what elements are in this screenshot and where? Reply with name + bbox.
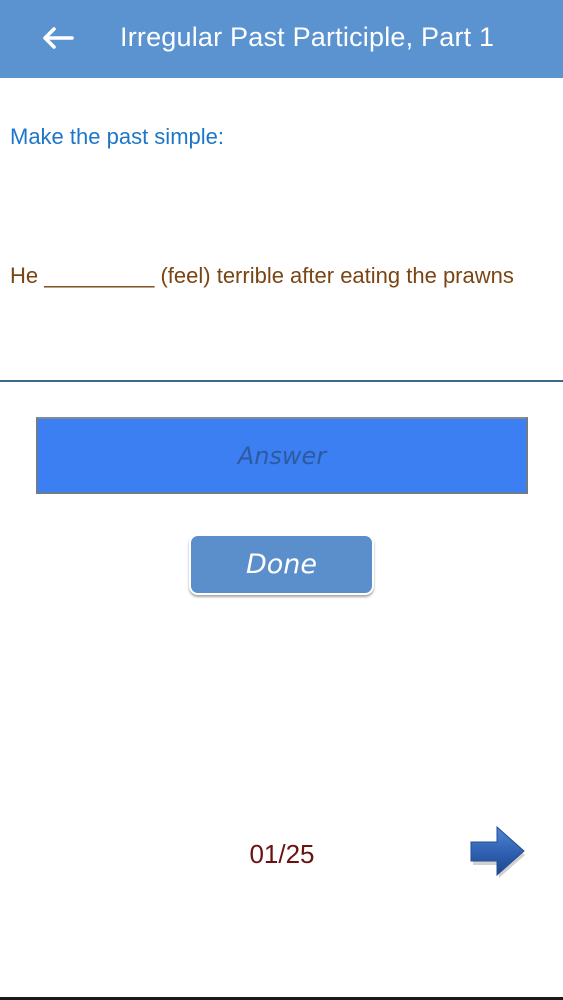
answer-input[interactable] [36,417,528,494]
left-arrow-icon [43,27,74,49]
done-button[interactable]: Done [189,534,374,595]
page-title: Irregular Past Participle, Part 1 [120,22,495,52]
question-counter: 01/25 [249,839,315,869]
right-arrow-icon [470,825,525,878]
app-header: Irregular Past Participle, Part 1 [0,0,563,78]
next-button[interactable] [468,822,528,884]
exercise-question: He _________ (feel) terrible after eatin… [10,263,514,288]
exercise-instruction: Make the past simple: [10,124,224,149]
back-button[interactable] [36,18,80,58]
divider [0,380,563,382]
